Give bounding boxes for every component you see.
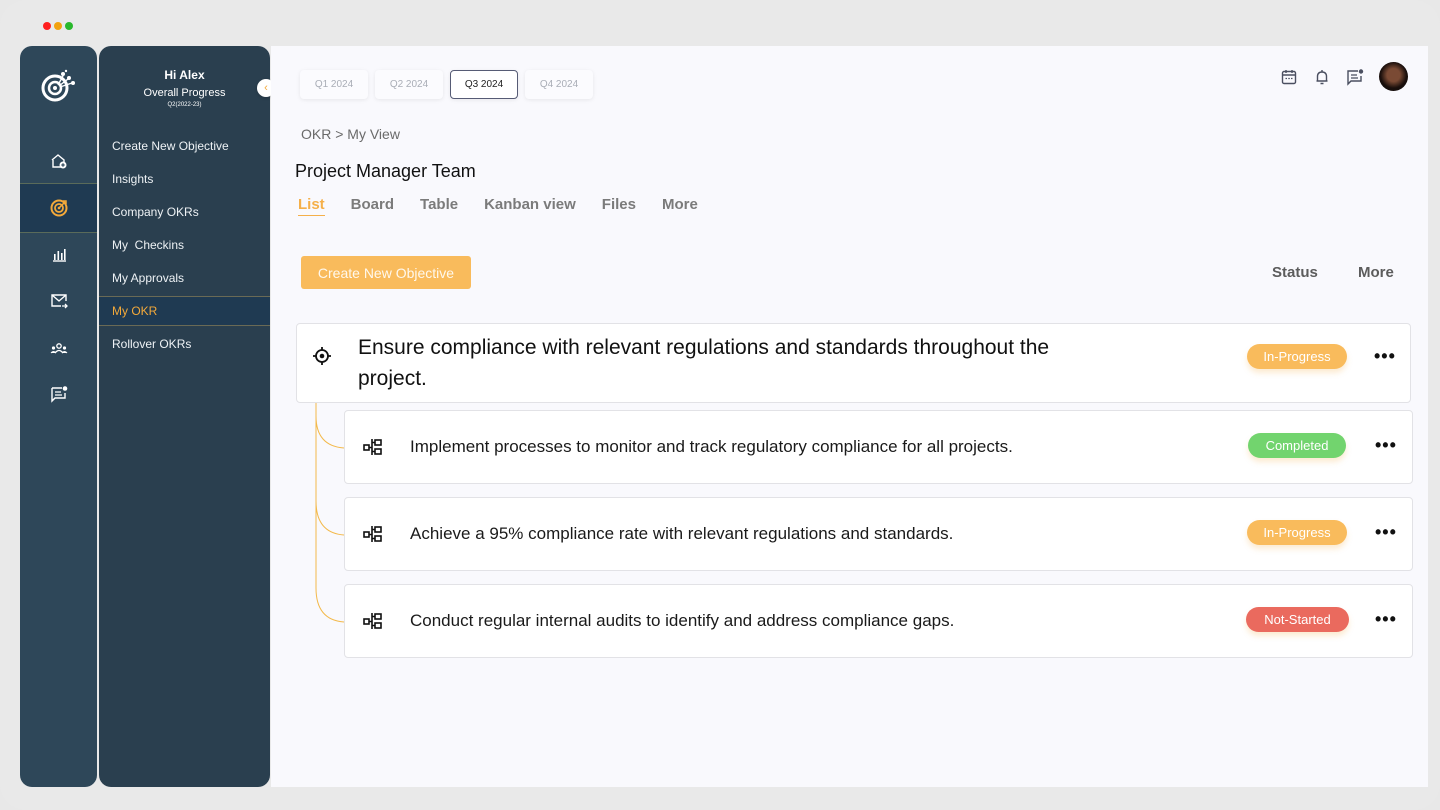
rail-item-mail[interactable] (20, 278, 97, 324)
close-window-dot[interactable] (43, 22, 51, 30)
app-window: Hi Alex Overall Progress Q2(2022-23) Cre… (0, 0, 1440, 810)
quarter-tab-q2[interactable]: Q2 2024 (375, 70, 443, 99)
chevron-left-icon: ‹ (264, 82, 268, 94)
tab-files[interactable]: Files (602, 196, 636, 213)
status-filter[interactable]: Status (1272, 264, 1318, 281)
team-icon (50, 343, 67, 354)
key-result-title: Conduct regular internal audits to ident… (410, 611, 955, 630)
menu-item-my-okr[interactable]: My OKR (99, 296, 270, 326)
minimize-window-dot[interactable] (54, 22, 62, 30)
maximize-window-dot[interactable] (65, 22, 73, 30)
objective-title: Ensure compliance with relevant regulati… (358, 336, 1050, 390)
user-avatar[interactable] (1379, 62, 1408, 91)
menu-item-my-checkins[interactable]: My Checkins (99, 230, 270, 260)
more-filter[interactable]: More (1358, 264, 1394, 281)
bar-chart-icon (52, 249, 66, 262)
key-result-title: Achieve a 95% compliance rate with relev… (410, 524, 954, 543)
menu-item-rollover-okrs[interactable]: Rollover OKRs (99, 329, 270, 359)
progress-period: Q2(2022-23) (167, 102, 202, 108)
main-content: Q1 2024 Q2 2024 Q3 2024 Q4 2024 OKR > My (271, 46, 1428, 787)
quarter-tab-q4[interactable]: Q4 2024 (525, 70, 593, 99)
greeting: Hi Alex (164, 68, 205, 82)
target-network-logo-icon[interactable] (39, 64, 79, 104)
icon-rail (20, 46, 97, 787)
tab-kanban-view[interactable]: Kanban view (484, 196, 576, 213)
target-icon (50, 199, 67, 217)
menu-item-insights[interactable]: Insights (99, 164, 270, 194)
objective-card[interactable]: Ensure compliance with relevant regulati… (296, 323, 1411, 403)
window-controls (43, 22, 73, 30)
header-actions (1280, 62, 1408, 91)
key-result-title: Implement processes to monitor and track… (410, 437, 1013, 456)
rail-item-okr[interactable] (20, 183, 97, 233)
mail-forward-icon (50, 294, 68, 309)
tab-table[interactable]: Table (420, 196, 458, 213)
bell-icon[interactable] (1313, 68, 1331, 86)
hierarchy-icon (363, 613, 382, 629)
status-badge[interactable]: In-Progress (1247, 520, 1347, 545)
side-menu: Hi Alex Overall Progress Q2(2022-23) Cre… (99, 46, 270, 787)
tab-list[interactable]: List (298, 196, 325, 216)
quarter-tab-q3[interactable]: Q3 2024 (450, 70, 518, 99)
overall-progress-label: Overall Progress (143, 87, 226, 99)
rail-item-messages[interactable] (20, 371, 97, 417)
hierarchy-icon (363, 439, 382, 455)
quarter-tabs: Q1 2024 Q2 2024 Q3 2024 Q4 2024 (300, 70, 593, 99)
breadcrumb[interactable]: OKR > My View (301, 126, 400, 142)
more-options-icon[interactable]: ••• (1375, 610, 1397, 628)
status-badge[interactable]: Completed (1248, 433, 1346, 458)
status-badge[interactable]: Not-Started (1246, 607, 1349, 632)
status-badge[interactable]: In-Progress (1247, 344, 1347, 369)
chat-notification-icon[interactable] (1346, 68, 1364, 86)
key-result-card[interactable]: Implement processes to monitor and track… (344, 410, 1413, 484)
quarter-tab-q1[interactable]: Q1 2024 (300, 70, 368, 99)
more-options-icon[interactable]: ••• (1374, 347, 1396, 365)
create-new-objective-button[interactable]: Create New Objective (301, 256, 471, 289)
rail-item-reports[interactable] (20, 231, 97, 277)
chat-notification-icon (50, 386, 67, 403)
more-options-icon[interactable]: ••• (1375, 523, 1397, 541)
menu-item-my-approvals[interactable]: My Approvals (99, 263, 270, 293)
key-result-card[interactable]: Conduct regular internal audits to ident… (344, 584, 1413, 658)
rail-item-team[interactable] (20, 325, 97, 371)
tab-more[interactable]: More (662, 196, 698, 213)
menu-item-company-okrs[interactable]: Company OKRs (99, 197, 270, 227)
crosshair-target-icon (313, 347, 331, 365)
tab-board[interactable]: Board (351, 196, 394, 213)
calendar-icon[interactable] (1280, 68, 1298, 86)
view-tabs: List Board Table Kanban view Files More (298, 196, 724, 216)
rail-item-home[interactable] (20, 138, 97, 184)
page-title: Project Manager Team (295, 161, 476, 181)
home-plus-icon (51, 154, 66, 169)
more-options-icon[interactable]: ••• (1375, 436, 1397, 454)
menu-item-create-new-objective[interactable]: Create New Objective (99, 131, 270, 161)
hierarchy-icon (363, 526, 382, 542)
key-result-card[interactable]: Achieve a 95% compliance rate with relev… (344, 497, 1413, 571)
